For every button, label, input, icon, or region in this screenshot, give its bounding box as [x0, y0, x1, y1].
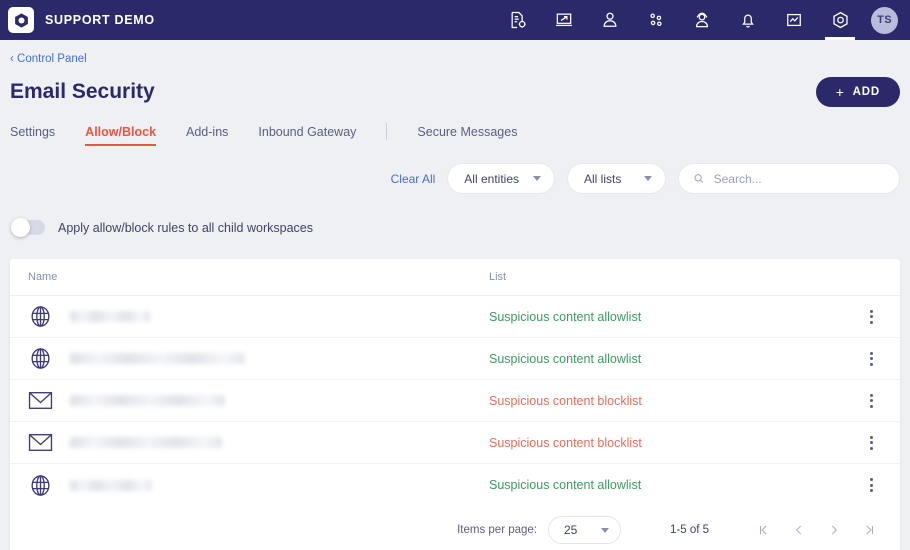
tab-bar: Settings Allow/Block Add-ins Inbound Gat…	[10, 121, 900, 146]
network-nodes-icon[interactable]	[633, 0, 679, 40]
next-page-icon[interactable]	[816, 515, 851, 545]
user-icon[interactable]	[587, 0, 633, 40]
chevron-down-icon	[644, 176, 652, 181]
chart-box-icon[interactable]	[771, 0, 817, 40]
first-page-icon[interactable]	[746, 515, 781, 545]
kebab-menu-icon[interactable]	[860, 478, 882, 492]
table-header: Name List	[10, 259, 900, 296]
tab-settings[interactable]: Settings	[10, 121, 55, 146]
column-header-list: List	[489, 271, 507, 283]
add-button[interactable]: + ADD	[815, 77, 900, 107]
child-workspaces-toggle-row: Apply allow/block rules to all child wor…	[10, 218, 900, 237]
entity-filter-value: All entities	[464, 171, 519, 186]
child-workspaces-toggle[interactable]	[11, 218, 45, 237]
globe-icon	[28, 304, 53, 329]
entity-name	[70, 311, 150, 322]
search-box[interactable]	[678, 163, 900, 194]
column-header-name: Name	[28, 271, 58, 283]
clear-all-button[interactable]: Clear All	[391, 172, 436, 186]
cell-list: Suspicious content allowlist	[489, 478, 642, 492]
table-row[interactable]: Suspicious content blocklist	[10, 380, 900, 422]
cell-name	[28, 473, 489, 498]
search-input[interactable]	[713, 171, 885, 186]
entity-filter-dropdown[interactable]: All entities	[447, 163, 555, 194]
envelope-icon	[28, 432, 53, 453]
list-filter-dropdown[interactable]: All lists	[567, 163, 666, 194]
avatar[interactable]: TS	[871, 6, 898, 34]
allow-block-table-card: Name List Suspicious content allowlist Su…	[10, 259, 900, 550]
entity-name	[70, 437, 222, 448]
tab-add-ins[interactable]: Add-ins	[186, 121, 228, 146]
table-row[interactable]: Suspicious content allowlist	[10, 296, 900, 338]
pagination-range: 1-5 of 5	[670, 524, 709, 536]
items-per-page-select[interactable]: 25	[548, 516, 621, 544]
cell-name	[28, 346, 489, 371]
items-per-page-label: Items per page:	[457, 524, 537, 536]
page-content: ‹ Control Panel Email Security + ADD Set…	[0, 40, 910, 550]
cell-list: Suspicious content allowlist	[489, 351, 642, 366]
child-workspaces-toggle-label: Apply allow/block rules to all child wor…	[58, 220, 313, 235]
list-filter-value: All lists	[584, 171, 622, 186]
hexagon-logo-icon	[8, 7, 34, 33]
title-row: Email Security + ADD	[10, 77, 900, 107]
breadcrumb[interactable]: ‹ Control Panel	[10, 40, 87, 65]
plus-icon: +	[835, 84, 845, 100]
kebab-menu-icon[interactable]	[860, 435, 882, 450]
cell-list: Suspicious content allowlist	[489, 309, 642, 324]
tab-secure-messages[interactable]: Secure Messages	[417, 121, 517, 146]
kebab-menu-icon[interactable]	[860, 351, 882, 366]
envelope-icon	[28, 390, 53, 411]
last-page-icon[interactable]	[851, 515, 886, 545]
globe-icon	[28, 346, 53, 371]
chevron-down-icon	[533, 176, 541, 181]
tab-separator	[386, 123, 388, 140]
items-per-page-value: 25	[564, 523, 578, 537]
filter-bar: Clear All All entities All lists	[10, 163, 900, 194]
tab-inbound-gateway[interactable]: Inbound Gateway	[258, 121, 356, 146]
cell-list: Suspicious content blocklist	[489, 393, 642, 408]
cell-name	[28, 390, 489, 411]
chevron-down-icon	[601, 527, 609, 533]
top-navigation-bar: SUPPORT DEMO TS	[0, 0, 910, 40]
kebab-menu-icon[interactable]	[860, 393, 882, 408]
pagination-bar: Items per page: 25 1-5 of 5	[10, 506, 900, 550]
cell-list: Suspicious content blocklist	[489, 435, 642, 450]
entity-name	[70, 353, 245, 364]
table-row[interactable]: Suspicious content allowlist	[10, 464, 900, 506]
settings-gear-icon[interactable]	[817, 0, 863, 40]
page-title: Email Security	[10, 80, 155, 103]
tab-allow-block[interactable]: Allow/Block	[85, 121, 156, 146]
toggle-knob	[11, 218, 30, 237]
kebab-menu-icon[interactable]	[860, 309, 882, 324]
table-row[interactable]: Suspicious content blocklist	[10, 422, 900, 464]
cell-name	[28, 432, 489, 453]
previous-page-icon[interactable]	[781, 515, 816, 545]
document-settings-icon[interactable]	[495, 0, 541, 40]
add-button-label: ADD	[852, 86, 880, 98]
nav-icon-group: TS	[495, 0, 898, 40]
entity-name	[70, 479, 152, 491]
cell-name	[28, 304, 489, 329]
entity-name	[70, 395, 225, 406]
brand-name: SUPPORT DEMO	[45, 13, 155, 27]
search-icon	[694, 174, 704, 183]
bell-icon[interactable]	[725, 0, 771, 40]
support-agent-icon[interactable]	[679, 0, 725, 40]
globe-icon	[28, 473, 53, 498]
brand[interactable]: SUPPORT DEMO	[8, 7, 155, 33]
table-body: Suspicious content allowlist Suspicious c…	[10, 296, 900, 506]
device-screen-icon[interactable]	[541, 0, 587, 40]
table-row[interactable]: Suspicious content allowlist	[10, 338, 900, 380]
